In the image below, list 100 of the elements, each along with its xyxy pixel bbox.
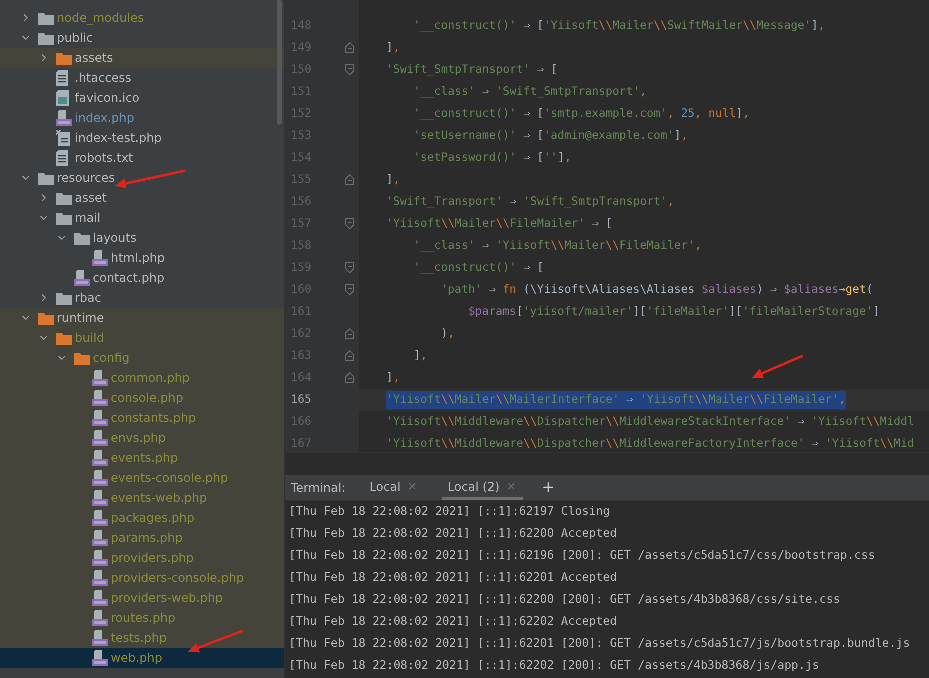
item-label: providers-console.php [111,570,244,587]
close-icon[interactable] [506,481,517,492]
tree-item[interactable]: envs.php [0,428,284,448]
tree-item[interactable]: assets [0,48,284,68]
fold-icon[interactable] [345,350,355,362]
tree-item[interactable]: contact.php [0,268,284,288]
php-file-icon [92,570,108,586]
tree-item[interactable]: html.php [0,248,284,268]
text-file-icon [56,150,68,166]
close-icon[interactable] [406,481,418,492]
fold-icon[interactable] [345,262,355,274]
code-line: ], [414,347,428,364]
item-label: robots.txt [75,150,134,167]
tree-item[interactable]: favicon.ico [0,88,284,108]
tree-item[interactable]: events-web.php [0,488,284,508]
tree-item[interactable]: index-test.php [0,128,284,148]
image-file-icon [56,90,69,106]
item-label: assets [75,50,114,67]
tree-item[interactable]: runtime [0,308,284,328]
php-file-icon [92,510,108,526]
tree-item[interactable]: common.php [0,368,284,388]
terminal-line: [Thu Feb 18 22:08:02 2021] [::1]:62202 [200]: GET /assets/4b3b8368/js/app.js [289,657,820,674]
code-line: '__class' ⇒ 'Yiisoft\\Mailer\\FileMailer', [414,237,702,254]
php-file-icon [92,370,108,386]
item-label: asset [75,190,107,207]
tree-item[interactable]: mail [0,208,284,228]
fold-icon[interactable] [345,372,355,384]
item-label: providers-web.php [111,590,224,607]
tree-item[interactable]: build [0,328,284,348]
item-label: tests.php [111,630,167,647]
php-file-icon [92,250,108,266]
tree-item[interactable]: rbac [0,288,284,308]
php-file-icon [92,450,108,466]
fold-icon[interactable] [345,218,355,230]
terminal-line: [Thu Feb 18 22:08:02 2021] [::1]:62202 Accepted [289,613,618,630]
folder-icon [56,292,72,304]
fold-icon[interactable] [345,64,355,76]
php-file-icon [92,630,108,646]
add-icon[interactable] [540,480,556,495]
fold-icon[interactable] [345,174,355,186]
php-file-icon [92,430,108,446]
tree-item[interactable]: .htaccess [0,68,284,88]
tree-item[interactable]: resources [0,168,284,188]
php-file-icon [92,610,108,626]
folder-icon [38,312,54,324]
code-line: 'setUsername()' ⇒ ['admin@example.com'], [414,127,688,144]
item-label: index.php [75,110,134,127]
code-line: 'Yiisoft\\Mailer\\FileMailer' ⇒ [ [386,215,613,232]
tree-item[interactable]: routes.php [0,608,284,628]
tree-item[interactable]: web.php [0,648,284,668]
php-file-icon [74,270,90,286]
tree-item[interactable]: public [0,28,284,48]
folder-icon [56,212,72,224]
tree-item[interactable]: providers-console.php [0,568,284,588]
item-label: providers.php [111,550,194,567]
terminal-line: [Thu Feb 18 22:08:02 2021] [::1]:62197 Closing [289,503,612,520]
item-label: mail [75,210,101,227]
code-line: ], [386,39,400,56]
unknown-file-icon [56,130,70,146]
code-line: ), [441,325,455,342]
terminal-line: [Thu Feb 18 22:08:02 2021] [::1]:62201 Accepted [289,569,618,586]
folder-icon [74,352,90,364]
tree-item[interactable]: providers.php [0,548,284,568]
tree-item[interactable]: robots.txt [0,148,284,168]
tree-item[interactable]: asset [0,188,284,208]
tree-item[interactable]: packages.php [0,508,284,528]
tree-item[interactable]: constants.php [0,408,284,428]
terminal-label: Terminal: [291,480,346,497]
tree-item[interactable]: events.php [0,448,284,468]
item-label: console.php [111,390,184,407]
line-number: 165 [290,391,313,408]
fold-icon[interactable] [345,42,355,54]
tree-item[interactable]: console.php [0,388,284,408]
tree-item[interactable]: index.php [0,108,284,128]
tree-item[interactable]: layouts [0,228,284,248]
tree-item[interactable]: params.php [0,528,284,548]
item-label: .htaccess [75,70,132,87]
code-line: 'Yiisoft\\Middleware\\Dispatcher\\MiddlewareStackInterface' ⇒ 'Yiisoft\\Middl [386,413,914,430]
tree-item[interactable]: providers-web.php [0,588,284,608]
item-label: params.php [111,530,183,547]
php-file-icon [92,410,108,426]
terminal-tab[interactable]: Local [364,476,424,500]
item-label: public [57,30,94,47]
tree-item[interactable]: events-console.php [0,468,284,488]
fold-icon[interactable] [345,328,355,340]
tree-item[interactable]: config [0,348,284,368]
terminal-line: [Thu Feb 18 22:08:02 2021] [::1]:62200 [200]: GET /assets/4b3b8368/css/site.css [289,591,842,608]
item-label: config [93,350,130,367]
terminal-line: [Thu Feb 18 22:08:02 2021] [::1]:62201 [200]: GET /assets/c5da51c7/js/bootstrap.bundle.js [289,635,912,652]
terminal-line: [Thu Feb 18 22:08:02 2021] [::1]:62200 Accepted [289,525,618,542]
item-label: constants.php [111,410,196,427]
php-file-icon [92,650,108,666]
item-label: contact.php [93,270,165,287]
fold-icon[interactable] [345,284,355,296]
tree-item[interactable]: node_modules [0,8,284,28]
php-file-icon [56,110,72,126]
tree-item[interactable]: tests.php [0,628,284,648]
item-label: resources [57,170,116,187]
scrollbar-thumb[interactable] [277,0,282,125]
item-label: build [75,330,105,347]
